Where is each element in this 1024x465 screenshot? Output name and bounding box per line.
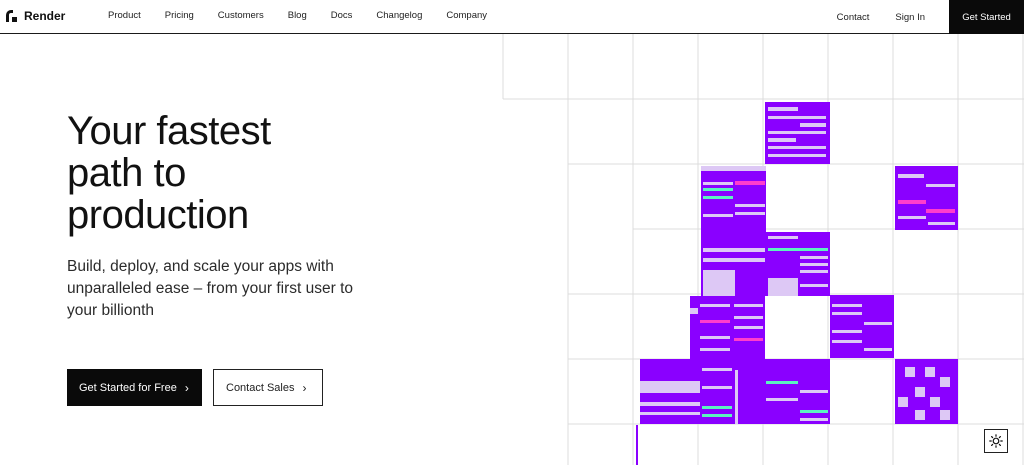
block-column-b [766, 232, 830, 296]
hero-actions: Get Started for Free › Contact Sales › [67, 369, 323, 406]
block-middle-left [690, 296, 765, 360]
contact-sales-button[interactable]: Contact Sales › [213, 369, 323, 406]
nav-links: Product Pricing Customers Blog Docs Chan… [108, 10, 487, 21]
hero-subheadline: Build, deploy, and scale your apps with … [67, 258, 354, 319]
contact-sales-label: Contact Sales [226, 381, 295, 394]
block-top [765, 102, 830, 164]
get-started-free-button[interactable]: Get Started for Free › [67, 369, 202, 406]
nav-link-docs[interactable]: Docs [331, 10, 353, 21]
nav-link-company[interactable]: Company [446, 10, 487, 21]
chevron-right-icon: › [184, 380, 189, 395]
render-logo-icon [6, 10, 17, 22]
nav-link-customers[interactable]: Customers [218, 10, 264, 21]
nav-link-contact[interactable]: Contact [837, 12, 870, 23]
nav-link-changelog[interactable]: Changelog [376, 10, 422, 21]
nav-link-product[interactable]: Product [108, 10, 141, 21]
block-right-upper [895, 166, 958, 230]
block-middle-right [830, 295, 894, 358]
block-column-a [701, 166, 766, 296]
brand-logo[interactable]: Render [6, 9, 65, 23]
hero: Your fastest path to production Build, d… [67, 110, 487, 322]
chevron-right-icon: › [302, 380, 307, 395]
get-started-free-label: Get Started for Free [79, 381, 177, 394]
sun-icon [989, 434, 1003, 448]
block-checker [895, 359, 958, 424]
block-bottom-row [640, 359, 830, 424]
theme-toggle-button[interactable] [984, 429, 1008, 453]
nav-link-blog[interactable]: Blog [288, 10, 307, 21]
nav-link-sign-in[interactable]: Sign In [895, 12, 925, 23]
brand-name: Render [24, 9, 66, 23]
page-title: Your fastest path to production [67, 109, 271, 237]
hero-illustration [502, 34, 1024, 465]
top-nav: Render Product Pricing Customers Blog Do… [0, 0, 1024, 34]
get-started-button[interactable]: Get Started [949, 0, 1024, 34]
nav-link-pricing[interactable]: Pricing [165, 10, 194, 21]
block-sliver [636, 425, 638, 465]
nav-right: Contact Sign In Get Started [837, 0, 1024, 34]
